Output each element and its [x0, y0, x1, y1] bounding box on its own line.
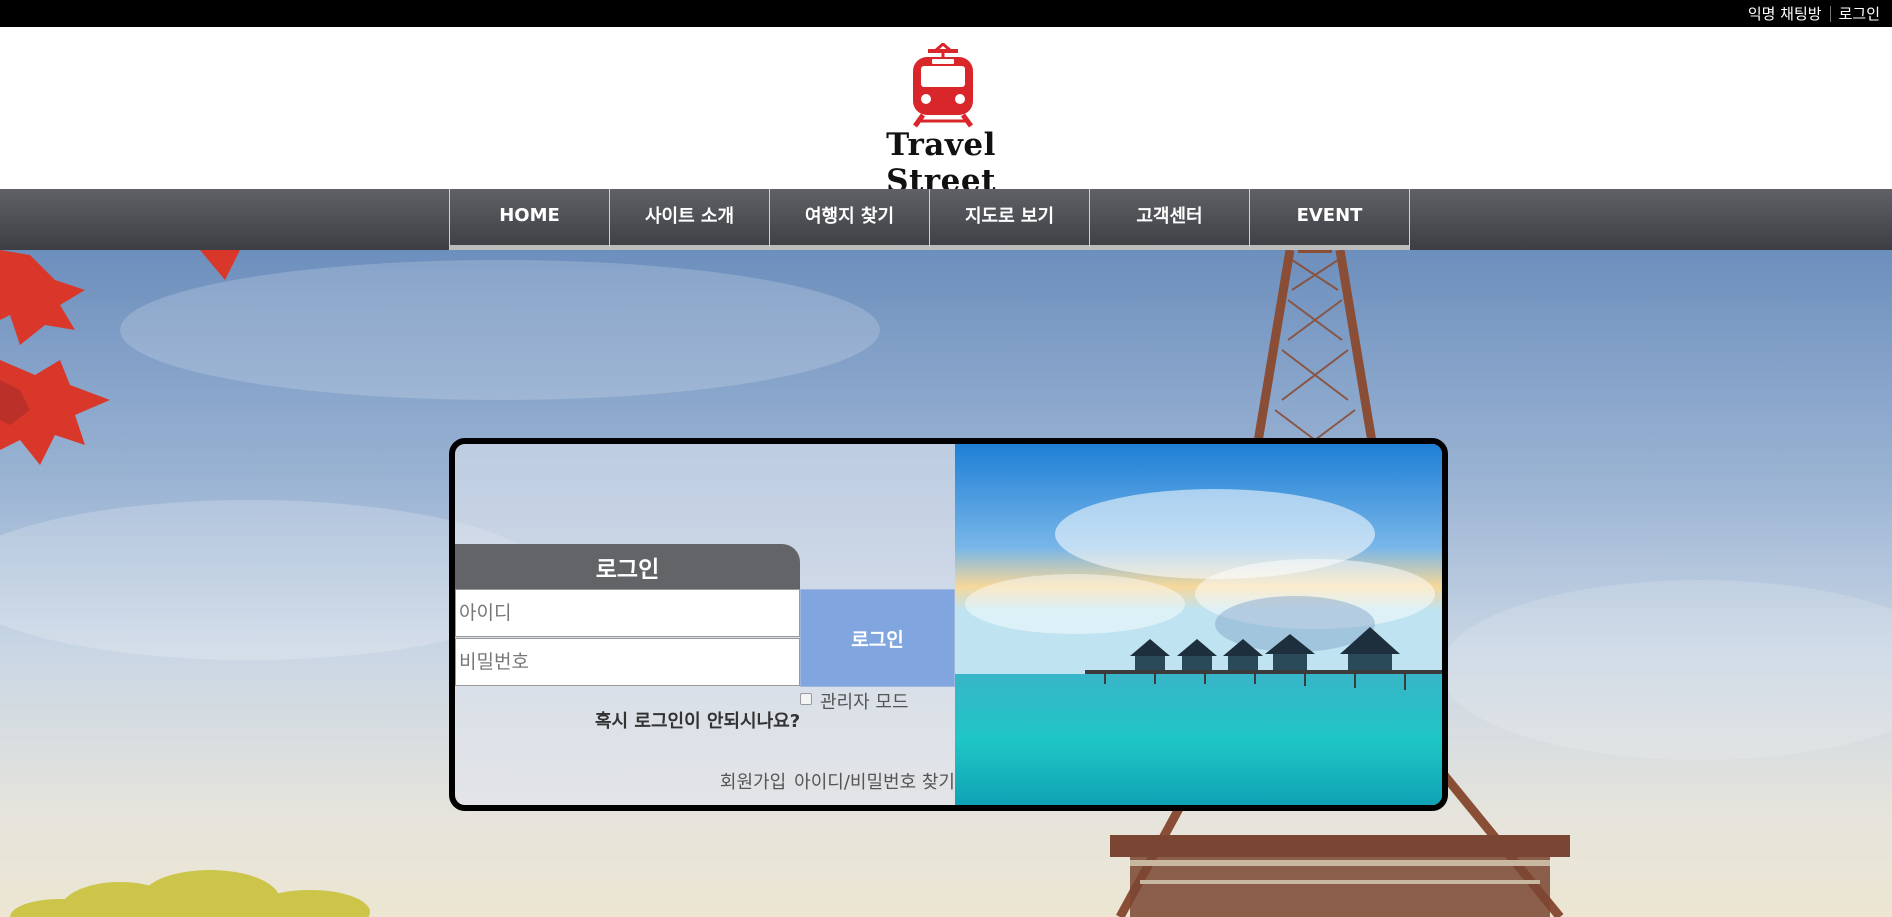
top-links-divider [1829, 5, 1831, 22]
nav-map-view[interactable]: 지도로 보기 [930, 189, 1090, 250]
nav-find-destination[interactable]: 여행지 찾기 [770, 189, 930, 250]
admin-mode-label: 관리자 모드 [820, 692, 909, 713]
login-submit-button[interactable]: 로그인 [800, 589, 955, 687]
password-input[interactable] [455, 638, 800, 686]
nav-menu: HOME 사이트 소개 여행지 찾기 지도로 보기 고객센터 EVENT [449, 189, 1410, 250]
login-form: 로그인 로그인 관리자 모드 혹시 로그인이 안되시나요? 회원가입 아이디/비… [455, 444, 955, 805]
nav-about[interactable]: 사이트 소개 [610, 189, 770, 250]
admin-mode-checkbox[interactable] [800, 693, 812, 705]
top-links: 익명 채팅방 로그인 [1748, 3, 1880, 24]
resort-photo [955, 444, 1442, 805]
login-title: 로그인 [455, 544, 800, 589]
nav-home[interactable]: HOME [450, 189, 610, 250]
nav-event[interactable]: EVENT [1250, 189, 1410, 250]
user-id-input[interactable] [455, 589, 800, 637]
top-login-link[interactable]: 로그인 [1839, 3, 1880, 24]
help-links: 회원가입 아이디/비밀번호 찾기 [720, 768, 955, 794]
anonymous-chat-link[interactable]: 익명 채팅방 [1748, 3, 1822, 24]
top-bar: 익명 채팅방 로그인 [0, 0, 1892, 27]
beach-bungalow-image [955, 444, 1442, 805]
main-nav: HOME 사이트 소개 여행지 찾기 지도로 보기 고객센터 EVENT [0, 189, 1892, 250]
eiffel-tower-base [1110, 835, 1570, 917]
admin-mode-option[interactable]: 관리자 모드 [800, 688, 909, 714]
signup-link[interactable]: 회원가입 [720, 768, 786, 794]
login-panel: 로그인 로그인 관리자 모드 혹시 로그인이 안되시나요? 회원가입 아이디/비… [449, 438, 1448, 811]
tram-icon [912, 43, 974, 128]
site-logo[interactable]: Travel Street [826, 43, 1056, 199]
site-header: Travel Street [0, 27, 1892, 199]
nav-customer-center[interactable]: 고객센터 [1090, 189, 1250, 250]
login-trouble-text: 혹시 로그인이 안되시나요? [595, 711, 801, 732]
find-account-link[interactable]: 아이디/비밀번호 찾기 [794, 768, 955, 794]
